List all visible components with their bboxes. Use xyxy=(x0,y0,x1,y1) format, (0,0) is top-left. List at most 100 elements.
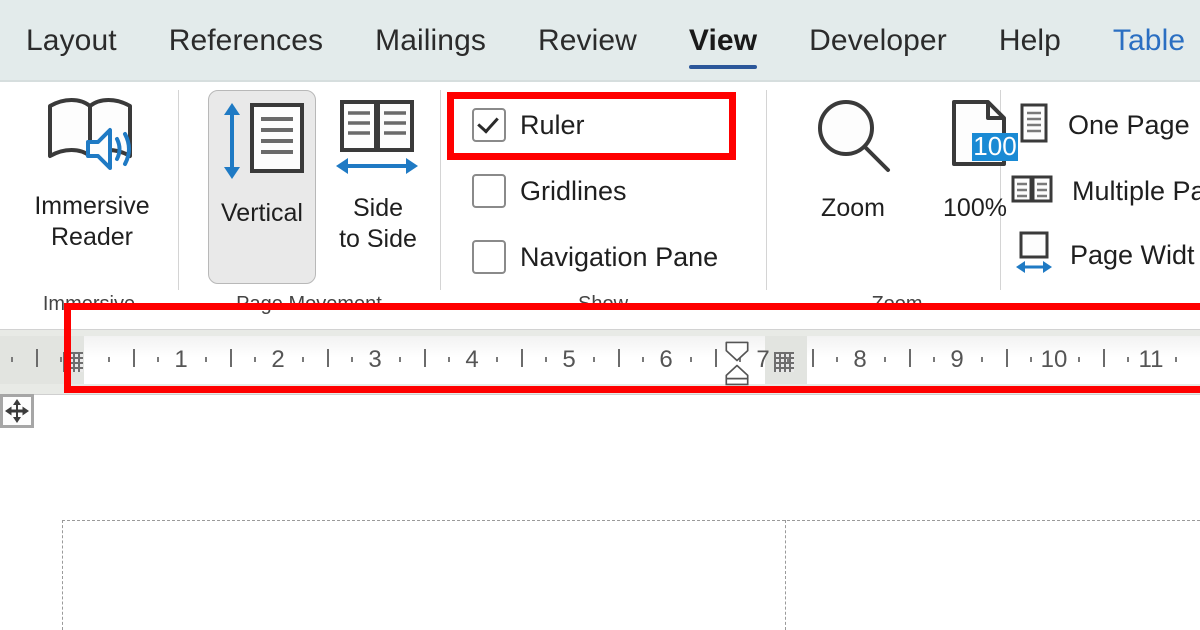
ruler-indent-markers[interactable] xyxy=(723,336,751,390)
ribbon-tab-mailings[interactable]: Mailings xyxy=(349,0,512,82)
ruler-minor-tick xyxy=(544,357,547,362)
one-page-icon xyxy=(1016,102,1052,149)
ruler-minor-tick xyxy=(835,357,838,362)
ruler-major-tick xyxy=(1102,349,1105,367)
side-to-side-button[interactable]: Side to Side xyxy=(324,96,432,256)
ruler-minor-tick xyxy=(108,357,111,362)
ribbon-tab-label: References xyxy=(168,24,324,57)
multiple-pages-row[interactable]: Multiple Pa xyxy=(1010,168,1200,215)
ruler-number: 8 xyxy=(853,346,867,373)
gridlines-checkbox[interactable] xyxy=(472,174,506,208)
one-page-row[interactable]: One Page xyxy=(1016,102,1190,149)
page-width-label: Page Widt xyxy=(1070,240,1195,270)
table-move-handle-icon[interactable] xyxy=(0,394,34,428)
ruler-minor-tick xyxy=(1078,357,1081,362)
ruler-major-tick xyxy=(326,349,329,367)
ruler-minor-tick xyxy=(1175,357,1178,362)
ruler-number: 5 xyxy=(562,346,576,373)
ruler-minor-tick xyxy=(787,357,790,362)
ruler-number: 9 xyxy=(950,346,964,373)
ruler-checkbox[interactable] xyxy=(472,108,506,142)
ruler-number: 6 xyxy=(659,346,673,373)
page-width-icon xyxy=(1014,230,1054,281)
ruler-minor-tick xyxy=(981,357,984,362)
ruler-minor-tick xyxy=(1029,357,1032,362)
table-left-border xyxy=(62,520,63,630)
ruler-minor-tick xyxy=(302,357,305,362)
multiple-pages-icon xyxy=(1010,168,1056,215)
ruler-major-tick xyxy=(811,349,814,367)
ruler-minor-tick xyxy=(253,357,256,362)
ruler-minor-tick xyxy=(156,357,159,362)
ribbon-tab-label: Mailings xyxy=(375,24,486,57)
ruler-major-tick xyxy=(1005,349,1008,367)
ribbon-tab-table[interactable]: Table xyxy=(1087,0,1200,82)
ruler-minor-tick xyxy=(350,357,353,362)
gridlines-checkbox-row[interactable]: Gridlines xyxy=(472,174,627,208)
document-canvas[interactable] xyxy=(0,394,1200,630)
ruler-checkbox-label: Ruler xyxy=(520,109,585,140)
ruler-number: 1 xyxy=(174,346,188,373)
zoom-button[interactable]: Zoom xyxy=(792,96,914,224)
document-top-divider xyxy=(0,394,1200,395)
book-speaker-icon xyxy=(44,94,140,185)
side-to-side-label-line2: to Side xyxy=(339,225,417,254)
ruler-minor-tick xyxy=(593,357,596,362)
ruler-major-tick xyxy=(229,349,232,367)
ruler-major-tick xyxy=(423,349,426,367)
svg-text:100: 100 xyxy=(973,131,1016,161)
ruler-minor-tick xyxy=(496,357,499,362)
navigation-pane-checkbox-row[interactable]: Navigation Pane xyxy=(472,240,718,274)
ribbon-tab-label: Review xyxy=(537,24,637,57)
ribbon-group-page-movement: Vertical Side to Side Page Movement xyxy=(178,82,440,330)
ruler-number: 4 xyxy=(465,346,479,373)
ruler-minor-tick xyxy=(1126,357,1129,362)
immersive-reader-button[interactable]: Immersive Reader xyxy=(12,94,172,254)
ribbon-tab-developer[interactable]: Developer xyxy=(783,0,973,82)
side-to-side-icon xyxy=(330,96,426,187)
ruler-minor-tick xyxy=(884,357,887,362)
ribbon-tab-review[interactable]: Review xyxy=(512,0,663,82)
zoom-100-percent-label: 100% xyxy=(943,194,1007,222)
ruler-checkbox-row[interactable]: Ruler xyxy=(472,108,585,142)
table-column-divider xyxy=(785,520,786,630)
gridlines-checkbox-label: Gridlines xyxy=(520,175,627,206)
ribbon-tab-bar: Layout References Mailings Review View Develo… xyxy=(0,0,1200,82)
ruler-minor-tick xyxy=(690,357,693,362)
ruler-left-tab-stop-icon[interactable] xyxy=(63,352,83,372)
ribbon-group-immersive: Immersive Reader Immersive xyxy=(0,82,178,330)
ruler-margin-tick xyxy=(59,357,62,362)
vertical-page-movement-button[interactable]: Vertical xyxy=(208,90,316,284)
ruler-minor-tick xyxy=(932,357,935,362)
ribbon-group-zoom: Zoom 100 100% One Page Multiple Pa Page … xyxy=(766,82,1200,330)
ribbon-tab-label: Help xyxy=(998,24,1061,57)
ribbon-tab-label: View xyxy=(688,24,758,57)
ruler-minor-tick xyxy=(641,357,644,362)
ribbon-tab-label: Table xyxy=(1112,24,1186,57)
ribbon-tab-help[interactable]: Help xyxy=(973,0,1087,82)
ruler-major-tick xyxy=(908,349,911,367)
navigation-pane-checkbox[interactable] xyxy=(472,240,506,274)
ribbon: Immersive Reader Immersive Vertical Side… xyxy=(0,82,1200,330)
table-top-border xyxy=(62,520,1200,521)
ruler-number: 7 xyxy=(756,346,770,373)
ruler-major-tick xyxy=(132,349,135,367)
ribbon-tab-layout[interactable]: Layout xyxy=(0,0,143,82)
group-label-immersive: Immersive xyxy=(42,293,136,315)
ribbon-tab-references[interactable]: References xyxy=(143,0,349,82)
immersive-reader-label-line2: Reader xyxy=(51,223,133,252)
page-width-row[interactable]: Page Widt xyxy=(1014,230,1195,281)
ruler-number: 2 xyxy=(271,346,285,373)
ruler-margin-tick xyxy=(35,349,38,367)
zoom-button-label: Zoom xyxy=(821,194,885,222)
ruler-right-tab-stop-icon[interactable] xyxy=(774,352,794,372)
ribbon-tab-view[interactable]: View xyxy=(663,0,783,82)
ruler-margin-tick xyxy=(11,357,14,362)
horizontal-ruler[interactable]: 1 2 3 4 5 6 7 8 9 10 11 xyxy=(0,330,1200,394)
ruler-number: 11 xyxy=(1138,346,1164,373)
ribbon-tab-label: Layout xyxy=(26,24,117,57)
ruler-major-tick xyxy=(714,349,717,367)
magnifier-icon xyxy=(808,96,898,187)
group-label-zoom: Zoom xyxy=(871,293,923,315)
vertical-label: Vertical xyxy=(221,199,303,227)
